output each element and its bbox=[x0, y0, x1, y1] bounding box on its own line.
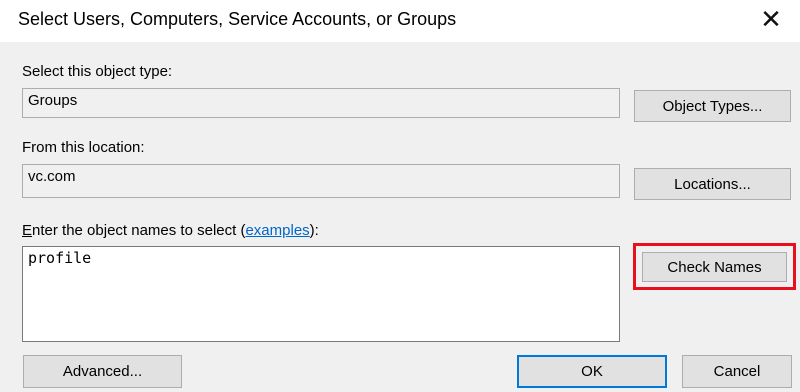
object-types-button[interactable]: Object Types... bbox=[634, 90, 791, 122]
dialog-title: Select Users, Computers, Service Account… bbox=[18, 9, 457, 29]
object-type-field: Groups bbox=[22, 88, 620, 118]
ok-button[interactable]: OK bbox=[517, 355, 667, 388]
accelerator-key: E bbox=[22, 222, 33, 239]
object-names-input[interactable]: profile bbox=[22, 246, 620, 342]
object-type-label: Select this object type: bbox=[22, 63, 173, 80]
object-names-label-text: nter the object names to select ( bbox=[32, 222, 246, 239]
locations-button[interactable]: Locations... bbox=[634, 168, 791, 200]
close-icon[interactable]: ✕ bbox=[756, 4, 786, 34]
location-label: From this location: bbox=[22, 139, 145, 156]
location-field: vc.com bbox=[22, 164, 620, 198]
examples-link[interactable]: examples bbox=[245, 222, 309, 239]
advanced-button[interactable]: Advanced... bbox=[23, 355, 182, 388]
cancel-button[interactable]: Cancel bbox=[682, 355, 792, 388]
title-bar: Select Users, Computers, Service Account… bbox=[0, 0, 800, 42]
object-names-label-suffix: ): bbox=[309, 222, 319, 239]
object-names-label: Enter the object names to select (exampl… bbox=[22, 222, 319, 239]
check-names-highlight bbox=[633, 243, 796, 290]
